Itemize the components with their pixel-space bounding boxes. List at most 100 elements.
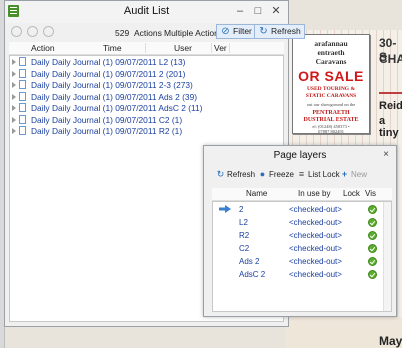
list-item-label: Daily Daily Journal (1) 09/07/2011 Ads 2…	[31, 91, 198, 102]
minimize-icon[interactable]: –	[232, 4, 248, 18]
freeze-button[interactable]: ● Freeze	[258, 168, 294, 182]
document-icon	[19, 80, 26, 89]
page-heading-5: May	[379, 334, 402, 348]
layer-name: AdsC 2	[239, 270, 266, 279]
col-separator[interactable]	[211, 43, 212, 53]
list-item-label: Daily Daily Journal (1) 09/07/2011 L2 (1…	[31, 57, 186, 67]
expand-arrow-icon[interactable]	[12, 105, 16, 111]
ad-line-used: USED TOURING &	[306, 86, 356, 92]
expand-arrow-icon[interactable]	[12, 116, 16, 123]
maximize-icon[interactable]: □	[250, 4, 266, 18]
filter-button[interactable]: ⊘ Filter	[216, 24, 256, 39]
freeze-label: Freeze	[269, 170, 294, 179]
layer-in-use-by: <checked-out>	[289, 257, 342, 266]
page-heading-2: CHA	[379, 52, 402, 66]
layers-refresh-button[interactable]: ↻ Refresh	[216, 168, 255, 182]
visible-check-icon[interactable]	[368, 218, 377, 227]
new-icon[interactable]	[11, 26, 22, 37]
filter-icon: ⊘	[221, 26, 230, 37]
expand-arrow-icon[interactable]	[12, 70, 16, 77]
layer-in-use-by: <checked-out>	[289, 231, 342, 240]
action-count: 529	[115, 28, 130, 38]
visible-check-icon[interactable]	[368, 231, 377, 240]
layer-name: C2	[239, 244, 250, 253]
document-icon	[19, 103, 26, 112]
col-separator[interactable]	[229, 43, 230, 53]
document-icon	[19, 68, 26, 78]
close-icon[interactable]: ✕	[268, 4, 284, 18]
page-heading-4: a tiny	[379, 115, 399, 139]
col-in-use-by[interactable]: In use by	[298, 189, 330, 198]
page-rule	[379, 92, 402, 94]
ad-for-sale: OR SALE	[298, 68, 364, 84]
document-icon	[19, 114, 26, 124]
multiple-actions-label: Multiple Actions	[164, 28, 224, 38]
col-ver[interactable]: Ver	[214, 43, 227, 53]
list-lock-button[interactable]: ≡ List Lock	[297, 168, 340, 182]
expand-arrow-icon[interactable]	[12, 93, 16, 100]
list-lock-label: List Lock	[308, 170, 340, 179]
list-item-label: Daily Daily Journal (1) 09/07/2011 2 (20…	[31, 68, 186, 79]
layers-refresh-label: Refresh	[227, 170, 256, 179]
document-icon	[19, 126, 26, 135]
layer-name: 2	[239, 205, 244, 214]
layer-in-use-by: <checked-out>	[289, 205, 342, 214]
refresh-button[interactable]: ↻ Refresh	[254, 24, 305, 39]
refresh-icon: ↻	[216, 169, 225, 179]
filter-button-label: Filter	[233, 26, 252, 36]
caravan-advert: arafannau entraeth Caravans OR SALE USED…	[292, 34, 370, 134]
refresh-icon: ↻	[259, 26, 268, 37]
list-item-label: Daily Daily Journal (1) 09/07/2011 R2 (1…	[31, 126, 183, 136]
expand-arrow-icon[interactable]	[12, 82, 16, 88]
col-name[interactable]: Name	[246, 189, 267, 198]
layers-toolbar: ↻ Refresh ● Freeze ≡ List Lock + New	[210, 168, 392, 182]
col-user[interactable]: User	[174, 43, 192, 53]
layer-name: L2	[239, 218, 248, 227]
ad-line-2: entraeth	[317, 48, 345, 57]
new-layer-label: New	[351, 170, 368, 179]
lock-icon[interactable]	[27, 26, 38, 37]
col-action[interactable]: Action	[31, 43, 55, 53]
expand-arrow-icon[interactable]	[12, 59, 16, 65]
layers-title: Page layers	[273, 150, 327, 161]
layer-row[interactable]: C2 <checked-out>	[213, 242, 391, 255]
ad-line-industrial: DUSTRIAL ESTATE	[303, 117, 359, 123]
list-icon: ≡	[298, 169, 305, 179]
layers-list[interactable]: 2 <checked-out> L2 <checked-out> R2 <che…	[212, 201, 392, 312]
current-layer-arrow-icon	[219, 205, 231, 213]
col-separator[interactable]	[145, 43, 146, 53]
layer-row[interactable]: L2 <checked-out>	[213, 216, 391, 229]
visible-check-icon[interactable]	[368, 205, 377, 214]
layers-column-header: Name In use by Lock Vis	[212, 188, 392, 201]
expand-arrow-icon[interactable]	[12, 128, 16, 134]
layer-name: Ads 2	[239, 257, 260, 266]
col-vis[interactable]: Vis	[365, 189, 376, 198]
layer-in-use-by: <checked-out>	[289, 244, 342, 253]
ad-line-pentraeth: PENTRAETH	[312, 110, 350, 116]
ad-line-1: arafannau	[314, 39, 348, 48]
ad-line-static: STATIC CARAVANS	[305, 93, 357, 99]
layers-scrollbar[interactable]	[383, 202, 391, 311]
list-item-label: Daily Daily Journal (1) 09/07/2011 AdsC …	[31, 103, 203, 113]
visible-check-icon[interactable]	[368, 270, 377, 279]
layer-row[interactable]: 2 <checked-out>	[213, 203, 391, 216]
col-time[interactable]: Time	[103, 43, 122, 53]
layer-in-use-by: <checked-out>	[289, 218, 342, 227]
visible-check-icon[interactable]	[368, 244, 377, 253]
list-item-label: Daily Daily Journal (1) 09/07/2011 2-3 (…	[31, 80, 193, 90]
refresh-button-label: Refresh	[271, 26, 301, 36]
settings-icon[interactable]	[43, 26, 54, 37]
new-layer-button[interactable]: + New	[340, 168, 367, 182]
audit-titlebar[interactable]: Audit List – □ ✕	[5, 1, 288, 23]
layers-close-icon[interactable]: ×	[379, 149, 393, 161]
plus-icon: +	[341, 169, 348, 179]
layer-row[interactable]: AdsC 2 <checked-out>	[213, 268, 391, 281]
layer-row[interactable]: R2 <checked-out>	[213, 229, 391, 242]
visible-check-icon[interactable]	[368, 257, 377, 266]
document-icon	[19, 91, 26, 101]
page-layers-window: Page layers × ↻ Refresh ● Freeze ≡ List Loc…	[203, 145, 397, 317]
layer-in-use-by: <checked-out>	[289, 270, 342, 279]
freeze-icon: ●	[259, 169, 266, 179]
layer-row[interactable]: Ads 2 <checked-out>	[213, 255, 391, 268]
col-lock[interactable]: Lock	[343, 189, 360, 198]
